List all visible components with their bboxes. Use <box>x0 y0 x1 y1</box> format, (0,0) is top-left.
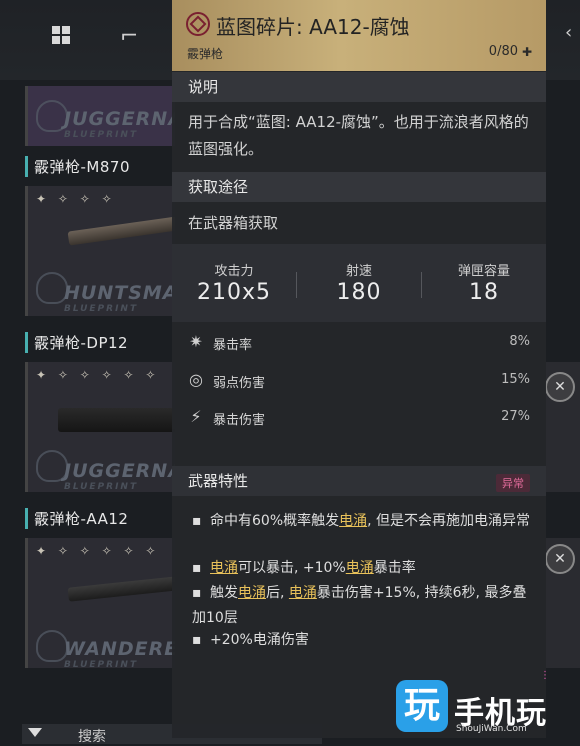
attribute-weakpoint-damage: ◎ 弱点伤害 15% <box>172 364 546 398</box>
section-source: 获取途径 <box>172 172 546 202</box>
description-text: 用于合成“蓝图: AA12-腐蚀”。也用于流浪者风格的蓝图强化。 <box>188 113 529 158</box>
weapon-card-2[interactable]: ✦ ✧ ✧ ✧ HUNTSMANBLUEPRINT <box>25 186 175 316</box>
item-tooltip: 蓝图碎片: AA12-腐蚀 霰弹枪 0/80 ✚ 说明 用于合成“蓝图: AA1… <box>172 0 546 738</box>
card-title: 霰弹枪-M870 <box>25 156 130 177</box>
card-brand: HUNTSMANBLUEPRINT <box>64 282 175 314</box>
card-brand: WANDERERBLUEPRINT <box>64 638 175 668</box>
card-brand: JUGGERNAUTBLUEPRINT <box>64 460 175 492</box>
stat-label: 射速 <box>345 264 372 279</box>
stat-label: 攻击力 <box>214 264 254 279</box>
section-traits: 武器特性 <box>172 466 546 496</box>
pistol-tab-icon[interactable]: ⌐ <box>120 24 138 49</box>
weapon-image <box>67 576 175 602</box>
weakpoint-icon: ◎ <box>189 370 203 389</box>
section-description: 说明 <box>172 72 546 102</box>
rarity-stars: ✦ ✧ ✧ ✧ ✧ ✧ <box>36 544 160 558</box>
stat-value: 210x5 <box>196 280 271 305</box>
nav-arrow-icon[interactable]: ‹ <box>565 22 572 43</box>
stat-value: 180 <box>336 280 382 305</box>
keyword-link[interactable]: 电涌 <box>339 513 367 529</box>
card-title: 霰弹枪-DP12 <box>25 332 128 353</box>
keyword-link[interactable]: 电涌 <box>346 560 374 576</box>
keyword-link[interactable]: 电涌 <box>210 560 238 576</box>
keyword-link[interactable]: 电涌 <box>289 585 317 601</box>
attribute-value: 15% <box>501 372 530 387</box>
card-title: 霰弹枪-AA12 <box>25 508 128 529</box>
status-badge: 异常 <box>496 474 530 492</box>
weapon-image <box>58 408 175 432</box>
tooltip-header: 蓝图碎片: AA12-腐蚀 霰弹枪 0/80 ✚ <box>172 0 546 71</box>
stat-label: 弹匣容量 <box>457 264 510 279</box>
keyword-link[interactable]: 电涌 <box>238 585 266 601</box>
weapon-card-3[interactable]: ✦ ✧ ✧ ✧ ✧ ✧ JUGGERNAUTBLUEPRINT <box>25 362 175 492</box>
attribute-name: 暴击伤害 <box>213 413 266 428</box>
attribute-name: 暴击率 <box>213 338 253 353</box>
weapon-card-4[interactable]: ✦ ✧ ✧ ✧ ✧ ✧ WANDERERBLUEPRINT <box>25 538 175 668</box>
rarity-stars: ✦ ✧ ✧ ✧ ✧ ✧ <box>36 368 160 382</box>
close-circle-icon[interactable]: ✕ <box>545 544 575 574</box>
blueprint-fragment-icon <box>186 12 210 36</box>
trait-item: ▪ 电涌可以暴击, +10%电涌暴击率 <box>192 560 416 576</box>
source-text: 在武器箱获取 <box>188 214 279 232</box>
attribute-crit-damage: ⚡ 暴击伤害 27% <box>172 401 546 435</box>
attribute-name: 弱点伤害 <box>213 376 266 391</box>
grid-menu-icon[interactable] <box>52 26 70 44</box>
expand-icon[interactable]: ✚ <box>522 45 532 59</box>
trait-text: 命中有60%概率触发 <box>210 513 340 529</box>
trait-text: 后, <box>266 585 289 601</box>
trait-text: , 但是不会再施加电涌异常 <box>367 513 531 529</box>
attribute-crit-rate: ✷ 暴击率 8% <box>172 326 546 360</box>
decorative-dots-icon: ⋮ <box>540 670 550 681</box>
attribute-value: 8% <box>509 334 530 349</box>
trait-item: ▪ +20%电涌伤害 <box>192 632 309 648</box>
card-brand: JUGGERNAUTBLUEPRINT <box>64 108 175 140</box>
item-title: 蓝图碎片: AA12-腐蚀 <box>216 15 410 39</box>
crit-damage-icon: ⚡ <box>190 407 202 426</box>
crit-rate-icon: ✷ <box>189 332 203 351</box>
rarity-stars: ✦ ✧ ✧ ✧ <box>36 192 116 206</box>
stat-summary: 攻击力 210x5 射速 180 弹匣容量 18 <box>172 244 546 322</box>
search-label: 搜索 <box>78 729 106 745</box>
filter-dropdown-icon[interactable] <box>28 728 42 737</box>
weapon-image <box>67 216 175 246</box>
watermark-url: ShouJiWan.Com <box>456 724 527 734</box>
attribute-value: 27% <box>501 409 530 424</box>
trait-text: 可以暴击, +10% <box>238 560 346 576</box>
close-circle-icon[interactable]: ✕ <box>545 372 575 402</box>
weapon-card-1[interactable]: JUGGERNAUTBLUEPRINT <box>25 86 175 146</box>
trait-text: +20%电涌伤害 <box>210 632 309 648</box>
stat-value: 18 <box>469 280 499 305</box>
trait-item: ▪ 触发电涌后, 电涌暴击伤害+15%, 持续6秒, 最多叠加10层 <box>192 585 527 626</box>
item-count: 0/80 <box>488 44 518 59</box>
trait-item: ▪ 命中有60%概率触发电涌, 但是不会再施加电涌异常 <box>192 513 531 529</box>
watermark-logo: 玩 <box>396 680 448 732</box>
item-category: 霰弹枪 <box>187 47 224 61</box>
trait-text: 暴击率 <box>373 560 416 576</box>
trait-text: 触发 <box>210 585 238 601</box>
